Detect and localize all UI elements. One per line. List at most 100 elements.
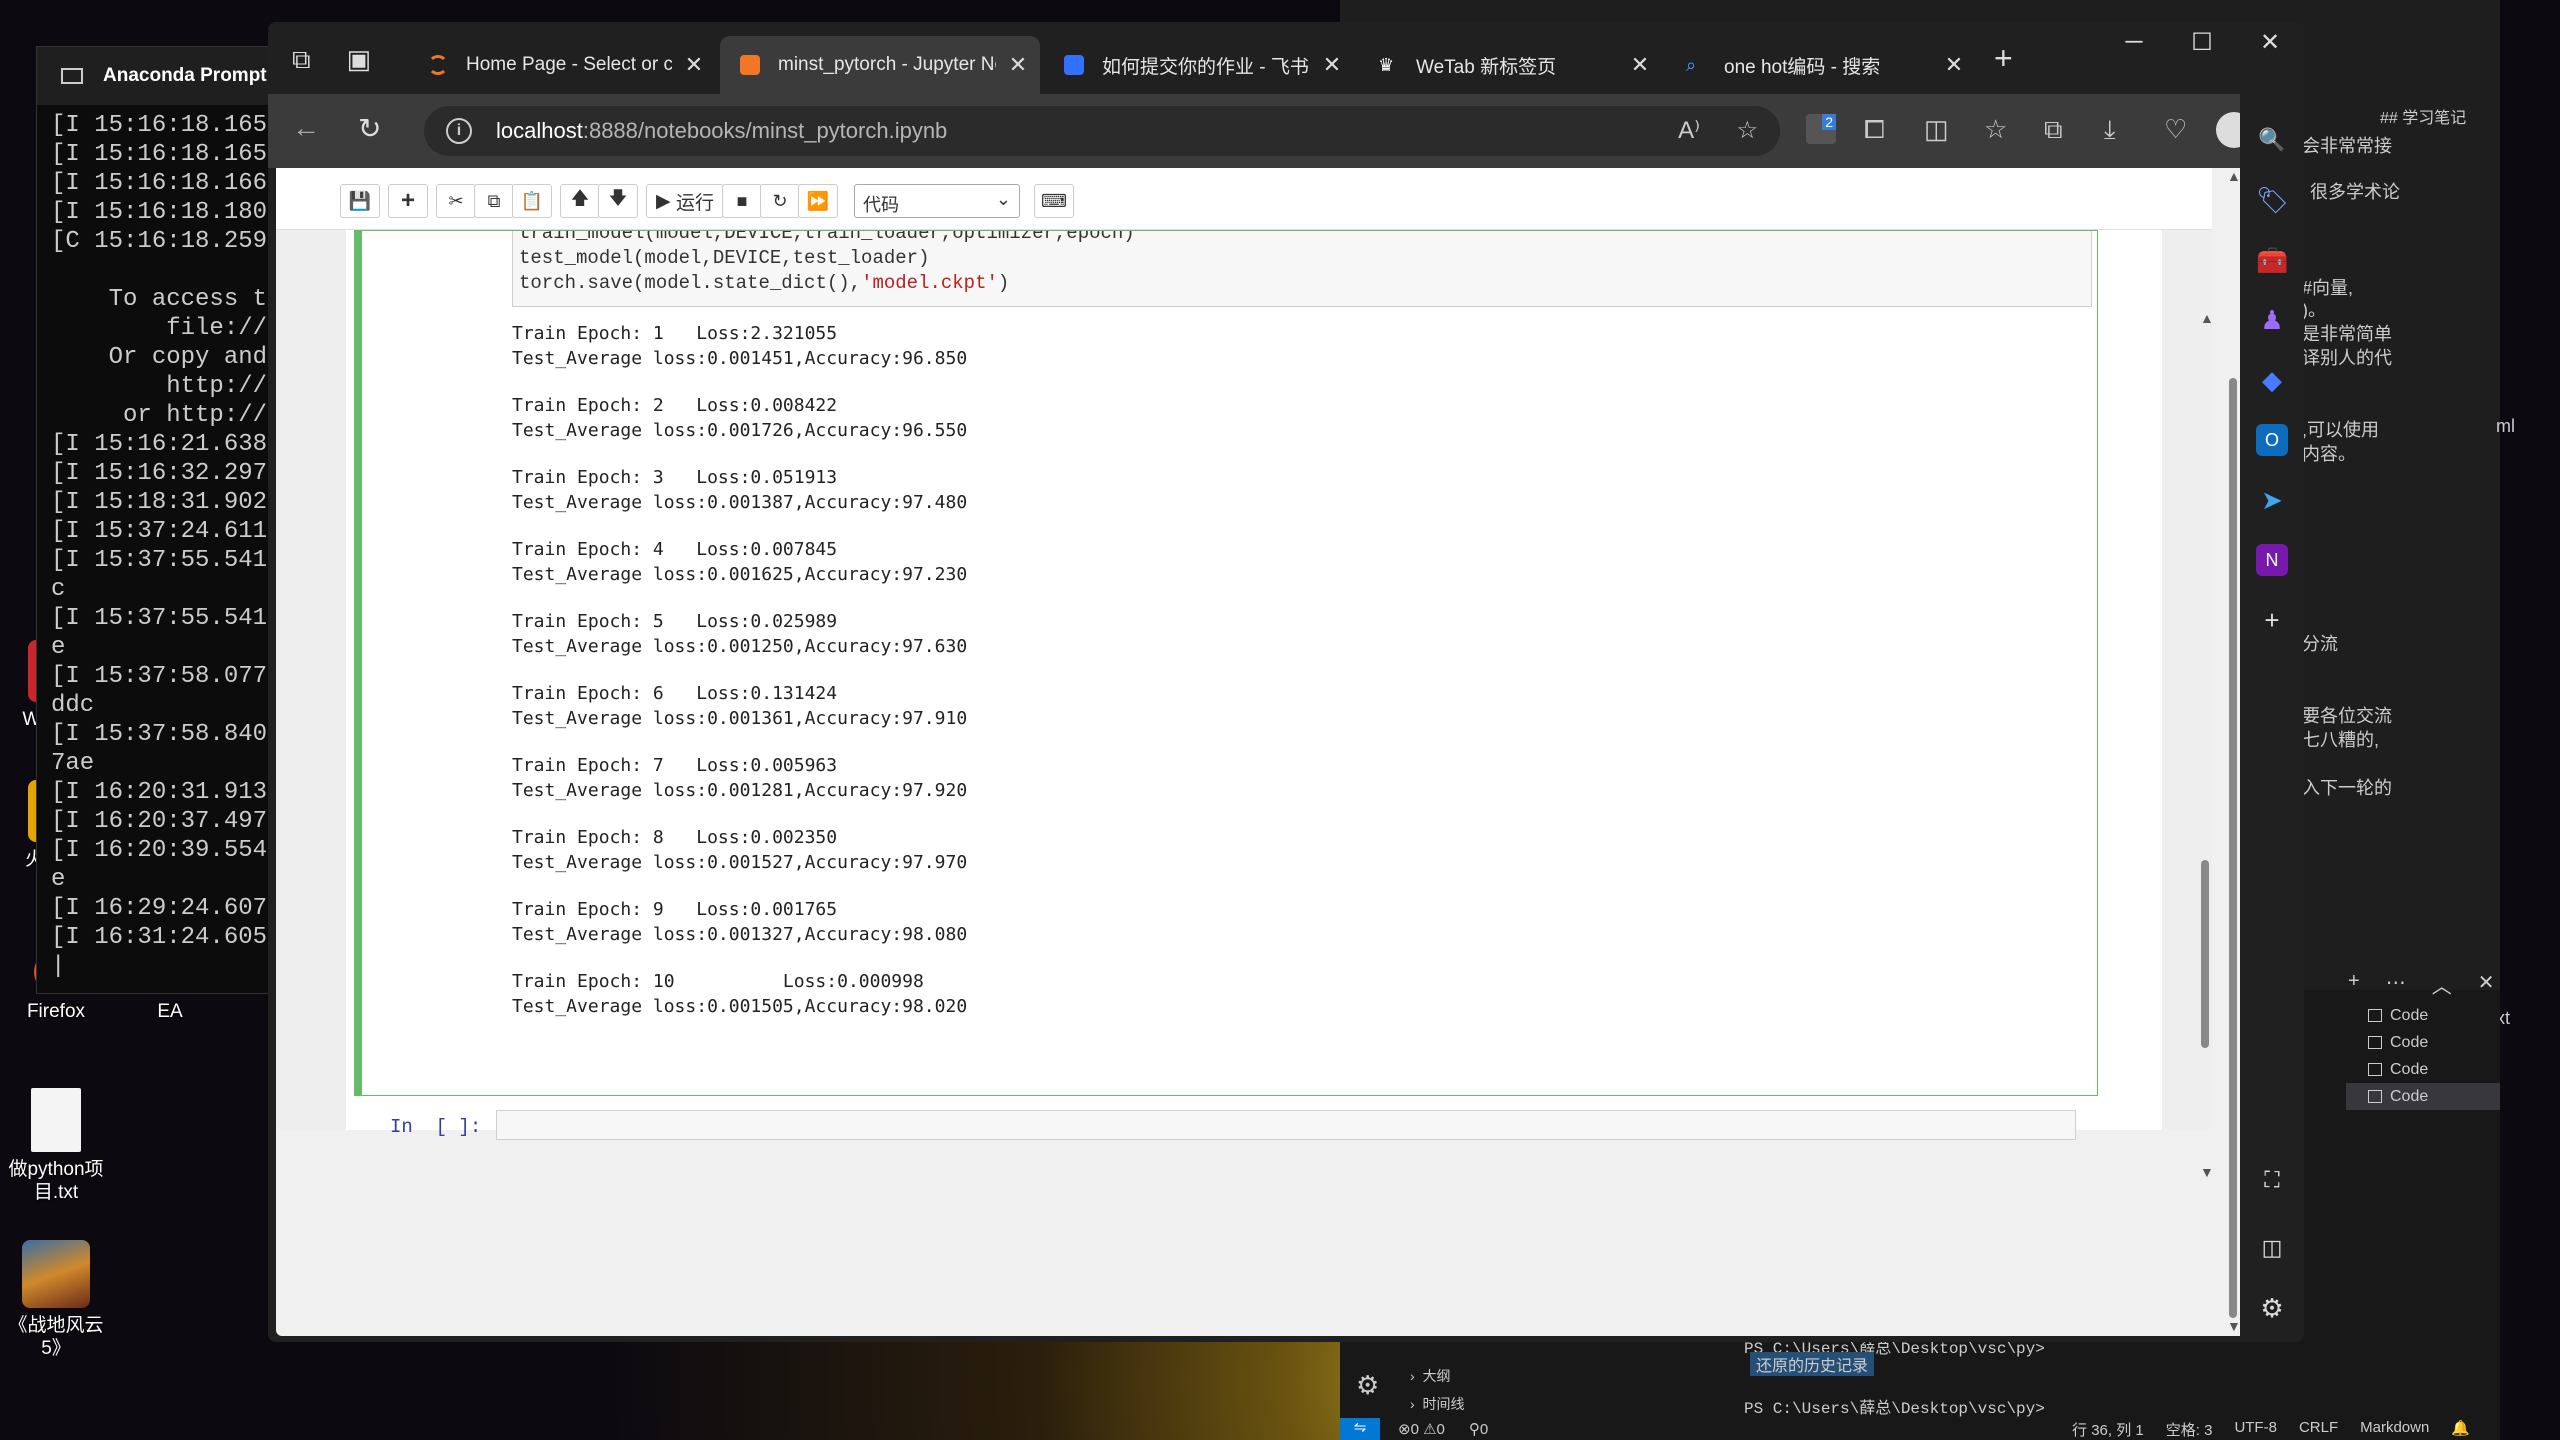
close-icon[interactable]: ✕ (2478, 970, 2495, 999)
scroll-thumb[interactable] (2229, 378, 2237, 1318)
add-icon[interactable]: + (2256, 604, 2288, 636)
editor-text: 分流 (2302, 634, 2338, 654)
terminal-line: [I 16:29:24.607 (51, 895, 268, 922)
run-button[interactable]: ▶ 运行 (646, 184, 724, 218)
close-tab-icon[interactable]: ✕ (1618, 52, 1662, 78)
terminal-line: [C 15:16:18.259 (51, 228, 268, 255)
tab-home-page[interactable]: Home Page - Select or crea ✕ (408, 36, 716, 94)
edge-sidebar: 🔍 🏷 🧰 ♟ ◆ O ➤ N + ⛶ ◫ ⚙ (2240, 94, 2304, 1342)
terminal-list-item[interactable]: Code (2346, 1083, 2500, 1110)
editor-tab[interactable]: ## 学习笔记 (2380, 104, 2466, 128)
settings-gear-icon[interactable]: ⚙ (2256, 1292, 2288, 1324)
site-info-icon[interactable]: i (446, 118, 472, 144)
scroll-thumb[interactable] (2201, 860, 2209, 1048)
close-tab-icon[interactable]: ✕ (1310, 52, 1354, 78)
anaconda-prompt-window[interactable]: Anaconda Prompt ( [I 15:16:18.165 [I 15:1… (36, 46, 270, 994)
terminal-list-item[interactable]: Code (2346, 1029, 2500, 1056)
new-tab-button[interactable]: + (1994, 40, 2013, 77)
ports-count[interactable]: ⚲0 (1469, 1420, 1488, 1438)
extensions-puzzle-icon[interactable]: ⧠ (1864, 114, 1885, 146)
split-screen-icon[interactable]: ◫ (1924, 114, 1949, 145)
terminal-cursor: | (51, 953, 66, 980)
tab-feishu[interactable]: 如何提交你的作业 - 飞书云 ✕ (1044, 36, 1354, 94)
tools-icon[interactable]: 🧰 (2256, 244, 2288, 276)
indentation[interactable]: 空格: 3 (2166, 1419, 2213, 1440)
move-up-button[interactable]: 🡅 (560, 184, 600, 218)
sidebar-toggle-icon[interactable]: ◫ (2256, 1232, 2288, 1264)
encoding[interactable]: UTF-8 (2234, 1419, 2277, 1440)
health-icon[interactable]: ♡ (2164, 114, 2187, 145)
close-tab-icon[interactable]: ✕ (1932, 52, 1976, 78)
save-button[interactable]: 💾 (340, 184, 380, 218)
train-epoch-line: Train Epoch: 10 Loss:0.000998 (512, 971, 924, 992)
favorite-star-icon[interactable]: ☆ (1736, 116, 1758, 145)
maximize-icon[interactable]: ☐ (2168, 28, 2236, 57)
screenshot-icon[interactable]: ⛶ (2256, 1164, 2288, 1196)
more-icon[interactable]: ⋯ (2386, 970, 2406, 999)
cell-type-select[interactable]: 代码 ⌄ (854, 184, 1020, 218)
play-icon: ▶ (656, 190, 671, 212)
page-scrollbar[interactable]: ▲ ▼ (2226, 168, 2240, 1336)
terminal-list-item[interactable]: Code (2346, 1056, 2500, 1083)
paste-button[interactable]: 📋 (512, 184, 552, 218)
tab-wetab[interactable]: ♛ WeTab 新标签页 ✕ (1358, 36, 1662, 94)
problems-count[interactable]: ⊗0 ⚠0 (1398, 1420, 1445, 1438)
command-palette-button[interactable]: ⌨ (1034, 184, 1074, 218)
code-input[interactable] (496, 1110, 2076, 1140)
workspaces-icon[interactable]: ⧉ (292, 44, 311, 76)
code-input[interactable]: train_model(model,DEVICE,train_loader,op… (512, 231, 2092, 307)
desktop-icon-battlefield[interactable]: 《战地风云 5》 (0, 1240, 116, 1360)
shopping-tag-icon[interactable]: 🏷 (2256, 184, 2289, 216)
games-icon[interactable]: ♟ (2256, 304, 2288, 336)
terminal-title-bar[interactable]: Anaconda Prompt ( (37, 47, 269, 105)
address-toolbar: ← ↻ i localhost:8888/notebooks/minst_pyt… (268, 94, 2304, 168)
language-mode[interactable]: Markdown (2360, 1419, 2429, 1440)
add-terminal-icon[interactable]: + (2348, 970, 2360, 999)
tab-actions-icon[interactable]: ▣ (347, 44, 372, 76)
refresh-icon[interactable]: ↻ (358, 112, 381, 145)
send-icon[interactable]: ➤ (2256, 484, 2288, 516)
copilot-icon[interactable]: ◆ (2256, 364, 2288, 396)
tab-minst-pytorch[interactable]: minst_pytorch - Jupyter No ✕ (720, 36, 1040, 94)
terminal-output[interactable]: [I 15:16:18.165 [I 15:16:18.165 [I 15:16:1… (37, 105, 269, 991)
search-icon[interactable]: 🔍 (2256, 124, 2288, 156)
minimize-icon[interactable]: ─ (2100, 28, 2168, 57)
cursor-position[interactable]: 行 36, 列 1 (2072, 1419, 2144, 1440)
onenote-icon[interactable]: N (2256, 544, 2288, 576)
chevron-up-icon[interactable]: ︿ (2432, 970, 2452, 999)
move-down-button[interactable]: 🡇 (598, 184, 638, 218)
desktop-icon-label: 做python项目.txt (8, 1159, 104, 1203)
gear-icon[interactable]: ⚙ (1356, 1370, 1379, 1401)
address-bar[interactable]: i localhost:8888/notebooks/minst_pytorch… (424, 106, 1780, 156)
close-window-icon[interactable]: ✕ (2236, 28, 2304, 57)
notebook-scrollbar[interactable]: ▲ ▼ (2198, 310, 2214, 1190)
code-line: torch.save(model.state_dict(),'model.ckp… (519, 272, 1010, 294)
cut-button[interactable]: ✂ (436, 184, 476, 218)
terminal-line: [I 15:16:18.165 (51, 112, 268, 139)
outlook-icon[interactable]: O (2256, 424, 2288, 456)
insert-cell-button[interactable]: + (388, 184, 428, 218)
close-tab-icon[interactable]: ✕ (672, 52, 716, 78)
terminal-line: [I 15:16:18.166 (51, 170, 268, 197)
back-icon[interactable]: ← (292, 112, 320, 144)
downloads-icon[interactable]: ⤓ (2104, 114, 2116, 146)
read-aloud-icon[interactable]: A⁾ (1678, 116, 1700, 145)
terminal-list-item[interactable]: Code (2346, 1002, 2500, 1029)
restart-button[interactable]: ↻ (760, 184, 800, 218)
bell-icon[interactable]: 🔔 (2451, 1419, 2470, 1440)
copy-button[interactable]: ⧉ (474, 184, 514, 218)
extension-icon[interactable]: 2 (1806, 114, 1836, 144)
tab-bing-search[interactable]: ⌕ one hot编码 - 搜索 ✕ (1666, 36, 1976, 94)
timeline-section[interactable]: › 时间线 (1410, 1394, 1464, 1414)
remote-icon[interactable]: ⇋ (1340, 1418, 1380, 1440)
favorites-icon[interactable]: ☆ (1984, 114, 2007, 145)
code-cell-selected[interactable]: train_model(model,DEVICE,train_loader,op… (354, 230, 2098, 1096)
line-ending[interactable]: CRLF (2299, 1419, 2338, 1440)
restart-run-all-button[interactable]: ⏩ (798, 184, 838, 218)
desktop-icon-python-txt[interactable]: 做python项目.txt (0, 1088, 116, 1204)
empty-code-cell[interactable]: In [ ]: (346, 1110, 2162, 1140)
collections-icon[interactable]: ⧉ (2044, 114, 2063, 146)
outline-section[interactable]: › 大纲 (1410, 1366, 1450, 1386)
interrupt-button[interactable]: ■ (722, 184, 762, 218)
close-tab-icon[interactable]: ✕ (996, 52, 1040, 78)
